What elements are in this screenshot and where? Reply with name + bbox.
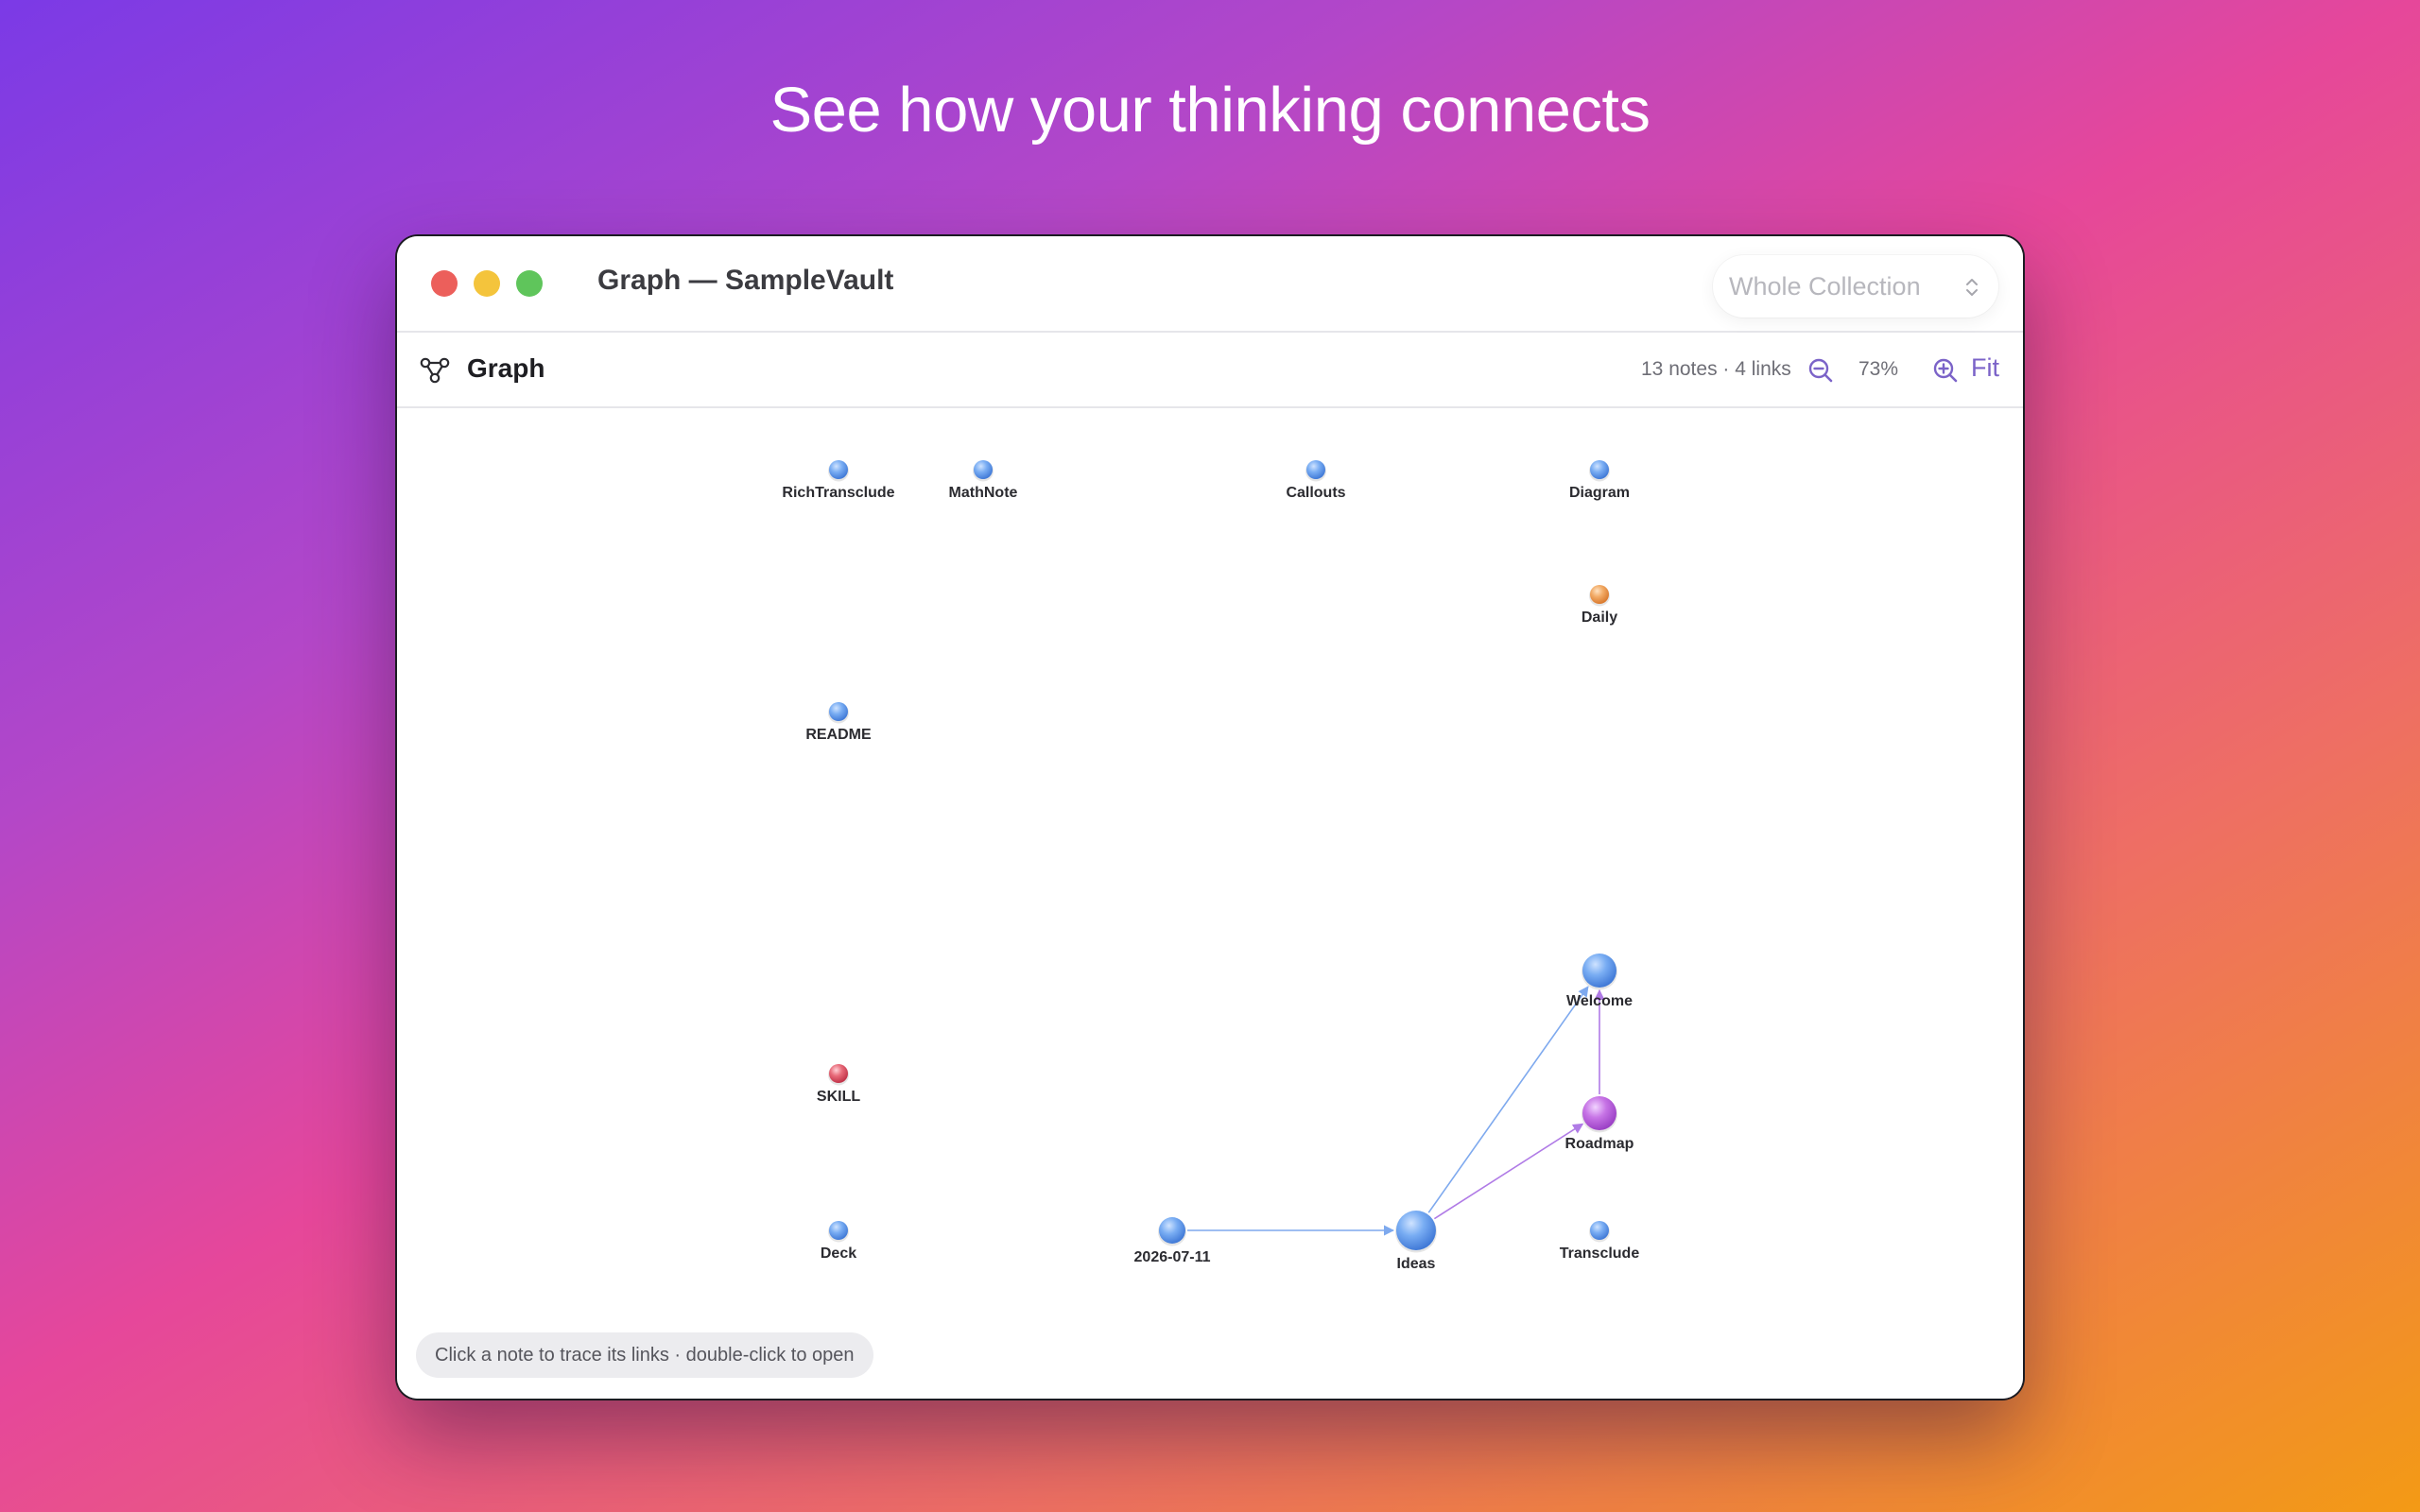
graph-node-label: Ideas: [1397, 1256, 1436, 1272]
graph-node-roadmap[interactable]: Roadmap: [1565, 1096, 1634, 1152]
graph-node-label: Transclude: [1560, 1246, 1640, 1262]
graph-node-dot[interactable]: [1582, 954, 1616, 988]
scope-select[interactable]: Whole Collection: [1713, 255, 1998, 318]
graph-node-dot[interactable]: [829, 1221, 848, 1240]
graph-node-ideas[interactable]: Ideas: [1395, 1211, 1437, 1272]
graph-node-dot[interactable]: [1590, 460, 1609, 479]
graph-node-label: README: [805, 727, 872, 743]
graph-icon: [420, 357, 450, 388]
graph-node-label: Welcome: [1566, 993, 1633, 1009]
zoom-in-button[interactable]: [1930, 355, 1962, 387]
graph-node-dot[interactable]: [829, 702, 848, 721]
fit-button[interactable]: Fit: [1971, 353, 1999, 383]
graph-node-dot[interactable]: [829, 460, 848, 479]
graph-node-mathnote[interactable]: MathNote: [949, 460, 1018, 501]
graph-node-dot[interactable]: [829, 1064, 848, 1083]
graph-node-transclude[interactable]: Transclude: [1560, 1221, 1640, 1262]
graph-svg[interactable]: RichTransclude MathNote Callouts Diagram Dai…: [397, 408, 2023, 1399]
close-window-button[interactable]: [431, 270, 458, 297]
graph-node-label: MathNote: [949, 485, 1018, 501]
graph-node-dot[interactable]: [1590, 585, 1609, 604]
graph-node-welcome[interactable]: Welcome: [1566, 954, 1633, 1009]
window-titlebar: Graph — SampleVault Whole Collection: [397, 236, 2023, 333]
graph-node-label: RichTransclude: [782, 485, 894, 501]
zoom-level: 73%: [1858, 358, 1899, 380]
scope-select-value: Whole Collection: [1729, 272, 1921, 301]
graph-node-dot[interactable]: [1306, 460, 1325, 479]
minimize-window-button[interactable]: [474, 270, 500, 297]
zoom-in-icon: [1933, 358, 1958, 383]
graph-canvas[interactable]: RichTransclude MathNote Callouts Diagram Dai…: [397, 408, 2023, 1399]
graph-stats: 13 notes · 4 links: [1641, 358, 1791, 380]
zoom-window-button[interactable]: [516, 270, 543, 297]
graph-node-skill[interactable]: SKILL: [817, 1064, 860, 1105]
graph-node-readme[interactable]: README: [805, 702, 872, 743]
window-title: Graph — SampleVault: [597, 265, 894, 296]
graph-node-label: Deck: [821, 1246, 856, 1262]
graph-node-label: SKILL: [817, 1089, 860, 1105]
graph-node-label: Diagram: [1569, 485, 1630, 501]
marketing-headline: See how your thinking connects: [769, 75, 1651, 146]
graph-node-diagram[interactable]: Diagram: [1569, 460, 1630, 501]
graph-node-dot[interactable]: [974, 460, 993, 479]
graph-node-dot[interactable]: [1582, 1096, 1616, 1130]
graph-node-callouts[interactable]: Callouts: [1286, 460, 1346, 501]
graph-node-label: Roadmap: [1565, 1136, 1634, 1152]
graph-toolbar: Graph 13 notes · 4 links 73% Fit: [397, 333, 2023, 408]
graph-node-label: Callouts: [1286, 485, 1345, 501]
graph-node-label: 2026-07-11: [1134, 1249, 1211, 1265]
toolbar-title: Graph: [467, 353, 545, 383]
hint-pill: Click a note to trace its links · double…: [416, 1332, 873, 1378]
chevron-up-down-icon: [1964, 276, 1979, 303]
graph-link-ideas-to-roadmap: [1433, 1123, 1584, 1220]
graph-window: Graph — SampleVault Whole Collection Gra…: [397, 236, 2023, 1399]
graph-node-richtransclude[interactable]: RichTransclude: [782, 460, 895, 501]
graph-link-ideas-to-welcome: [1427, 986, 1589, 1213]
graph-node-2026-07-11[interactable]: 2026-07-11: [1134, 1217, 1211, 1265]
zoom-out-icon: [1808, 358, 1833, 383]
zoom-out-button[interactable]: [1806, 355, 1838, 387]
graph-node-dot[interactable]: [1396, 1211, 1436, 1250]
graph-node-dot[interactable]: [1159, 1217, 1185, 1244]
graph-node-deck[interactable]: Deck: [821, 1221, 856, 1262]
graph-node-dot[interactable]: [1590, 1221, 1609, 1240]
graph-node-daily[interactable]: Daily: [1582, 585, 1617, 626]
graph-node-label: Daily: [1582, 610, 1617, 626]
